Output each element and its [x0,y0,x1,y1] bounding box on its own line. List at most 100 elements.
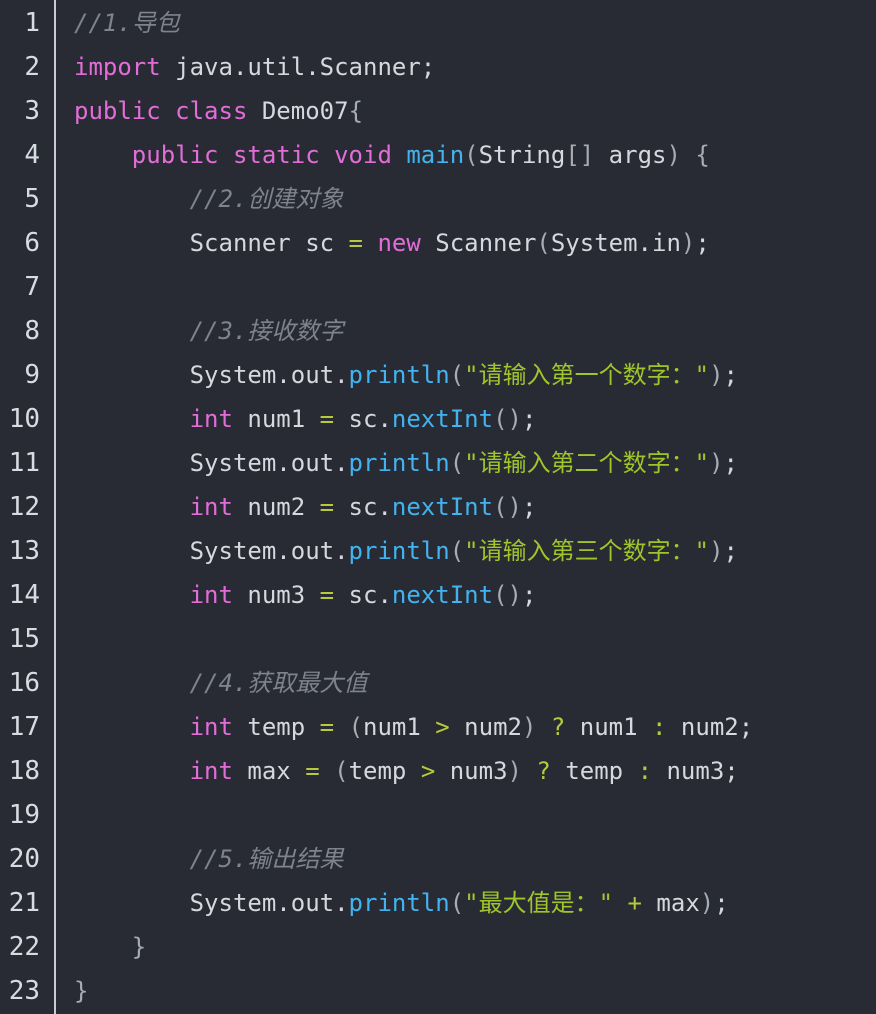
code-line[interactable]: 21 System.out.println("最大值是：" + max); [0,881,876,925]
operator-token: ? [550,713,566,741]
code-text[interactable]: //1.导包 [74,1,180,45]
line-number: 8 [24,316,40,346]
operator-token: ? [536,757,551,785]
text-token: String [478,141,566,169]
line-number: 4 [24,140,40,170]
line-number: 18 [8,756,40,786]
string-token: "最大值是：" [464,889,614,917]
keyword-token: public [131,141,219,169]
code-line[interactable]: 10 int num1 = sc.nextInt(); [0,397,876,441]
code-text[interactable]: } [74,969,88,1013]
punctuation-token: ( [449,361,465,389]
code-text[interactable]: import java.util.Scanner; [74,45,435,89]
operator-token: = [319,493,335,521]
code-line[interactable]: 20 //5.输出结果 [0,837,876,881]
keyword-token: int [189,713,233,741]
code-text[interactable]: System.out.println("最大值是：" + max); [74,881,729,925]
code-line[interactable]: 19 [0,793,876,837]
comment-token: //2.创建对象 [189,185,344,213]
line-number: 16 [8,668,40,698]
punctuation-token: { [348,97,364,125]
operator-token: + [627,889,642,917]
code-text[interactable]: Scanner sc = new Scanner(System.in); [74,221,710,265]
code-line[interactable]: 12 int num2 = sc.nextInt(); [0,485,876,529]
text-token: temp [232,713,320,741]
code-line[interactable]: 13 System.out.println("请输入第三个数字："); [0,529,876,573]
keyword-token: static [232,141,320,169]
code-text[interactable]: public static void main(String[] args) { [74,133,710,177]
code-text[interactable]: System.out.println("请输入第一个数字："); [74,353,738,397]
code-line[interactable]: 15 [0,617,876,661]
code-line[interactable]: 7 [0,265,876,309]
punctuation-token: ) [666,141,681,169]
text-token: ; [521,405,537,433]
line-number: 17 [8,712,40,742]
code-text[interactable]: int num3 = sc.nextInt(); [74,573,537,617]
line-number: 9 [24,360,40,390]
code-line[interactable]: 22 } [0,925,876,969]
text-token: num2; [666,713,754,741]
text-token: num1 [565,713,653,741]
code-line[interactable]: 11 System.out.println("请输入第二个数字："); [0,441,876,485]
code-line[interactable]: 6 Scanner sc = new Scanner(System.in); [0,221,876,265]
string-token: "请输入第二个数字：" [464,449,710,477]
code-text[interactable]: int num1 = sc.nextInt(); [74,397,537,441]
code-line[interactable]: 9 System.out.println("请输入第一个数字："); [0,353,876,397]
text-token: num1 [363,713,436,741]
line-number: 7 [24,272,40,302]
text-token: ; [714,889,729,917]
code-line[interactable]: 5 //2.创建对象 [0,177,876,221]
line-number: 21 [8,888,40,918]
operator-token: = [305,757,320,785]
code-text[interactable]: int temp = (num1 > num2) ? num1 : num2; [74,705,754,749]
code-line[interactable]: 14 int num3 = sc.nextInt(); [0,573,876,617]
code-line[interactable]: 18 int max = (temp > num3) ? temp : num3… [0,749,876,793]
code-text[interactable]: //5.输出结果 [74,837,344,881]
code-line[interactable]: 16 //4.获取最大值 [0,661,876,705]
code-line[interactable]: 1 //1.导包 [0,1,876,45]
code-text[interactable]: //4.获取最大值 [74,661,368,705]
code-text[interactable]: } [74,925,146,969]
punctuation-token: ) [709,537,724,565]
text-token: Scanner sc [74,229,349,257]
code-line[interactable]: 3 public class Demo07{ [0,89,876,133]
function-token: println [348,361,450,389]
punctuation-token: ) [680,229,696,257]
code-text[interactable]: int num2 = sc.nextInt(); [74,485,537,529]
line-number: 11 [8,448,40,478]
code-line[interactable]: 4 public static void main(String[] args)… [0,133,876,177]
text-token: ; [521,493,537,521]
code-line[interactable]: 23} [0,969,876,1013]
code-line[interactable]: 8 //3.接收数字 [0,309,876,353]
line-number: 14 [8,580,40,610]
code-text[interactable]: System.out.println("请输入第三个数字："); [74,529,738,573]
code-text[interactable]: int max = (temp > num3) ? temp : num3; [74,749,739,793]
code-text[interactable]: //3.接收数字 [74,309,344,353]
line-number: 3 [24,96,40,126]
operator-token: : [637,757,653,785]
operator-token: = [319,713,335,741]
text-token: max [641,889,700,917]
code-line[interactable]: 17 int temp = (num1 > num2) ? num1 : num… [0,705,876,749]
code-text[interactable]: System.out.println("请输入第二个数字："); [74,441,738,485]
code-text[interactable]: public class Demo07{ [74,89,363,133]
text-token: Scanner [420,229,537,257]
function-token: nextInt [391,493,494,521]
code-line[interactable]: 2 import java.util.Scanner; [0,45,876,89]
text-token: num1 [232,405,320,433]
code-text[interactable]: //2.创建对象 [74,177,344,221]
line-number: 1 [24,8,40,38]
punctuation-token: ) [699,889,715,917]
comment-token: //3.接收数字 [189,317,344,345]
text-token: num2 [232,493,320,521]
code-editor[interactable]: 1 //1.导包 2 import java.util.Scanner; 3 public… [0,0,876,1014]
